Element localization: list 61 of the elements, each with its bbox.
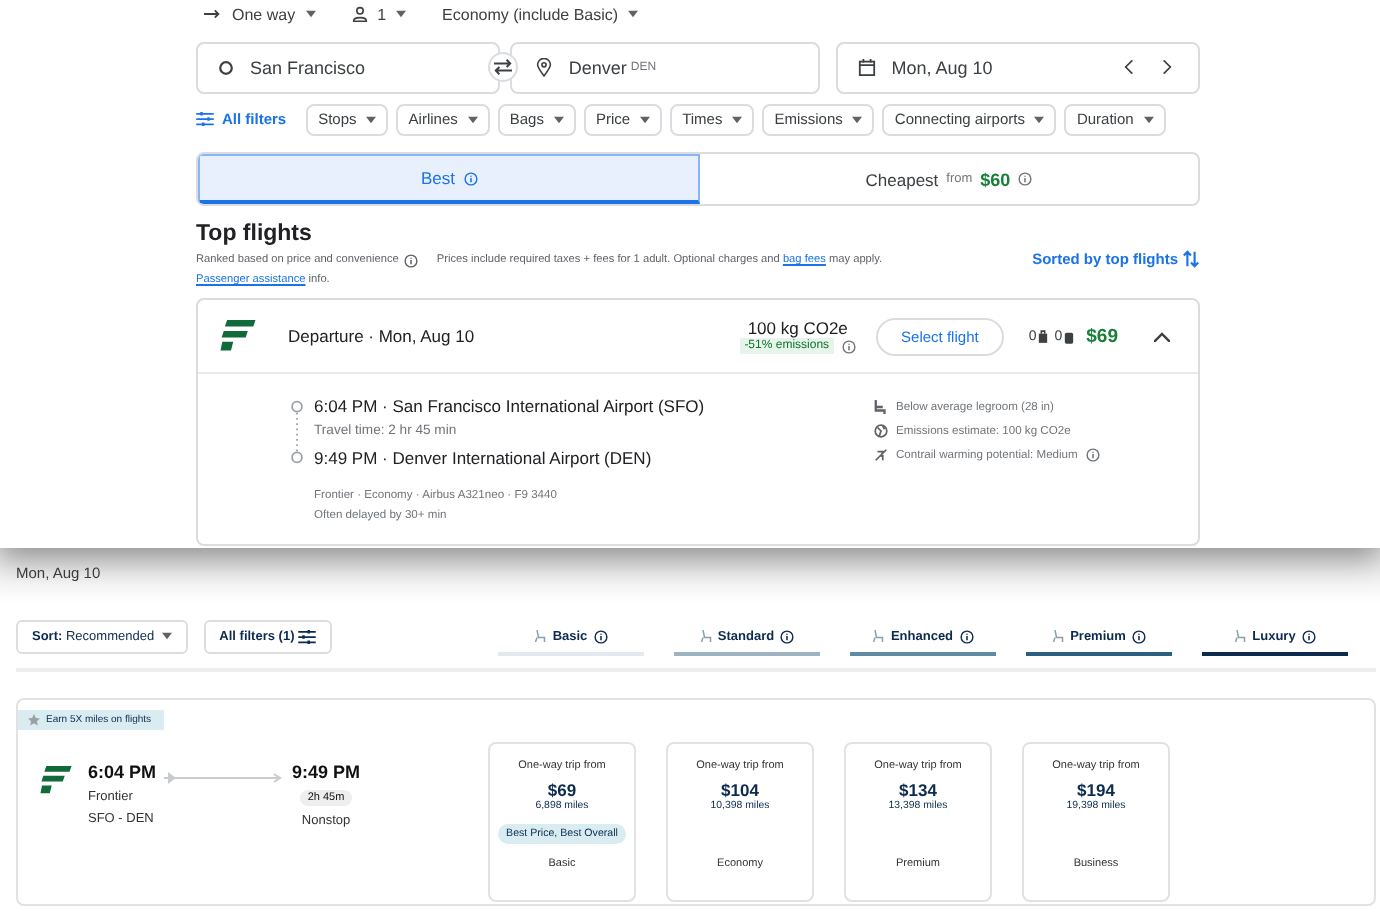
checked-bag-icon <box>1064 329 1075 343</box>
airline-logo-icon <box>40 766 72 794</box>
swap-button[interactable] <box>488 52 519 82</box>
calendar-icon <box>857 58 876 76</box>
circle-icon <box>218 59 234 75</box>
globe-icon <box>874 424 888 438</box>
sort-icon <box>1182 250 1200 268</box>
flight-price: $69 <box>1086 325 1118 347</box>
departure-info: 6:04 PM · San Francisco International Airport (SFO) <box>314 394 707 418</box>
info-icon[interactable] <box>593 629 608 643</box>
caret-icon <box>161 632 172 640</box>
caret-icon <box>467 115 478 123</box>
carry-on-bag-icon <box>1038 329 1049 343</box>
caret-icon <box>628 10 639 18</box>
person-icon <box>351 6 368 22</box>
date-field[interactable]: Mon, Aug 10 <box>835 41 1201 93</box>
caret-icon <box>640 115 651 123</box>
info-icon[interactable] <box>780 629 795 643</box>
departure-time: 6:04 PM <box>88 762 157 782</box>
emissions-value: 100 kg CO2e <box>747 318 848 338</box>
info-icon[interactable] <box>404 253 419 267</box>
info-icon[interactable] <box>1131 629 1146 643</box>
arrow-icon <box>204 8 222 20</box>
caret-icon <box>366 115 377 123</box>
filter-icon <box>298 629 317 643</box>
airline-logo-icon <box>220 320 256 352</box>
passengers-dropdown[interactable]: 1 <box>351 5 407 23</box>
caret-icon <box>396 10 407 18</box>
flight-path-arrow-drawing <box>164 770 285 786</box>
seat-icon <box>534 628 547 644</box>
info-icon[interactable] <box>959 629 974 643</box>
arrival-info: 9:49 PM · Denver International Airport (DEN) <box>314 446 654 470</box>
arrival-time: 9:49 PM <box>292 762 361 782</box>
seat-icon <box>1234 628 1247 644</box>
section-title: Top flights <box>196 222 314 246</box>
seat-icon <box>872 628 885 644</box>
location-pin-icon <box>536 57 553 77</box>
caret-icon <box>732 115 743 123</box>
caret-icon <box>553 115 564 123</box>
trip-type-dropdown[interactable]: One way <box>204 5 316 23</box>
timeline-drawing <box>290 398 304 466</box>
seat-icon <box>874 400 888 414</box>
info-icon[interactable] <box>1301 629 1316 643</box>
departure-title: Departure · Mon, Aug 10 <box>288 326 477 346</box>
star-icon <box>28 714 40 726</box>
filter-icon <box>196 112 214 126</box>
seat-icon <box>699 628 712 644</box>
chevron-up-icon <box>1154 331 1170 341</box>
origin-field[interactable]: San Francisco <box>196 41 501 93</box>
caret-icon <box>852 115 863 123</box>
chevron-right-icon <box>1162 60 1173 74</box>
caret-icon <box>305 10 316 18</box>
chevron-left-icon <box>1124 60 1135 74</box>
cabin-class-dropdown[interactable]: Economy (include Basic) <box>442 5 639 23</box>
swap-icon <box>492 58 515 76</box>
collapse-button[interactable] <box>1150 327 1174 345</box>
caret-icon <box>1034 115 1045 123</box>
sort-tab[interactable]: Best <box>198 154 700 204</box>
seat-icon <box>1052 628 1065 644</box>
plane-icon <box>874 448 888 462</box>
caret-icon <box>1143 115 1154 123</box>
